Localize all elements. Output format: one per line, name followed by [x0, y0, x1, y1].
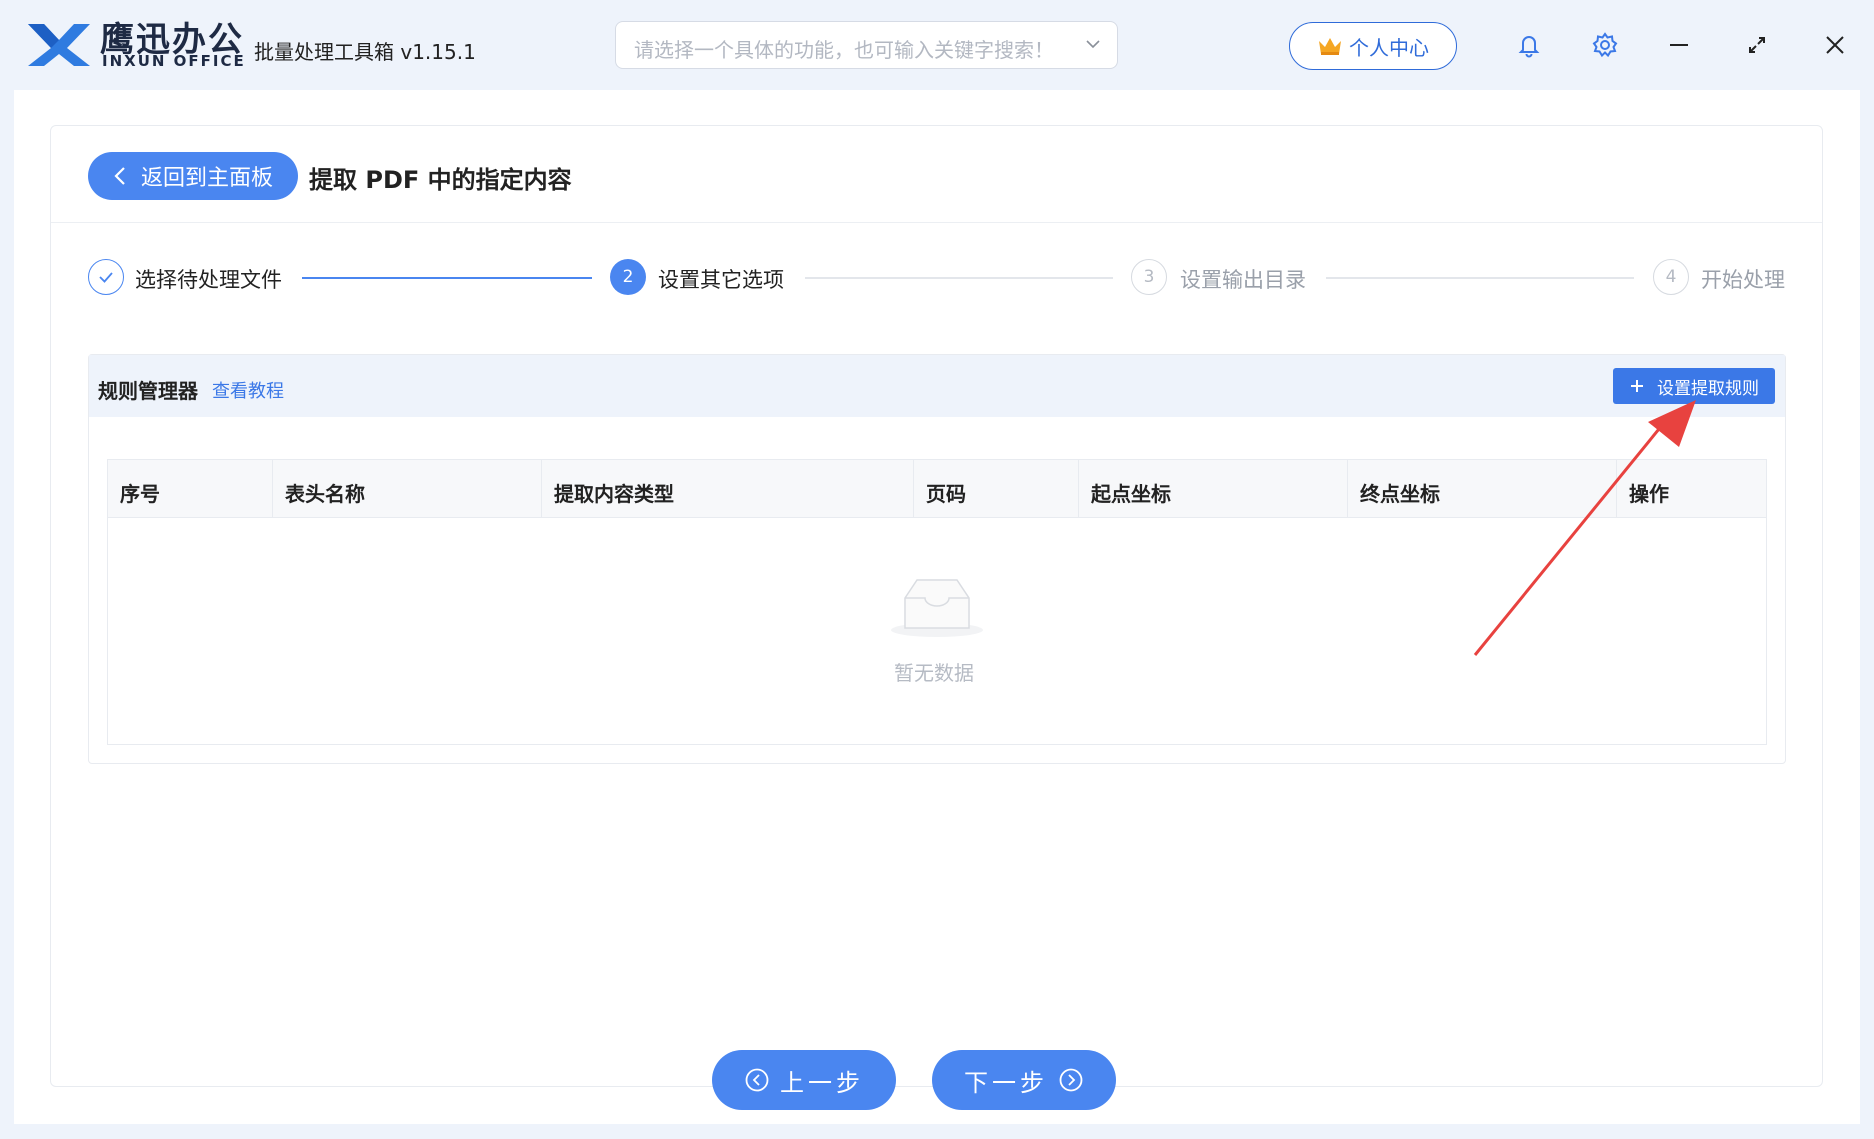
user-center-label: 个人中心 — [1349, 35, 1429, 60]
next-step-label: 下一步 — [964, 1068, 1048, 1097]
check-icon — [99, 272, 113, 283]
previous-step-label: 上一步 — [780, 1068, 864, 1097]
column-header-name: 表头名称 — [285, 482, 365, 506]
step-4-label: 开始处理 — [1701, 268, 1785, 292]
step-2-label: 设置其它选项 — [658, 268, 784, 292]
empty-state-text: 暂无数据 — [894, 661, 974, 685]
gear-icon[interactable] — [1590, 30, 1620, 60]
column-separator — [1347, 460, 1348, 518]
step-3-indicator: 3 — [1131, 259, 1167, 295]
annotation-arrow-icon — [1473, 400, 1696, 656]
close-icon[interactable] — [1820, 30, 1850, 60]
step-connector — [805, 277, 1113, 279]
circle-chevron-right-icon — [1059, 1068, 1083, 1092]
brand-name-en: INXUN OFFICE — [102, 52, 246, 70]
chevron-down-icon[interactable] — [1083, 34, 1103, 54]
minimize-icon[interactable] — [1664, 30, 1694, 60]
user-center-button[interactable]: 个人中心 — [1289, 22, 1457, 70]
column-header-page: 页码 — [926, 482, 966, 506]
column-separator — [541, 460, 542, 518]
logo-icon — [28, 24, 90, 66]
step-2-indicator: 2 — [610, 259, 646, 295]
column-header-index: 序号 — [120, 482, 160, 506]
step-connector — [302, 277, 592, 279]
back-label: 返回到主面板 — [140, 166, 273, 191]
step-3-label: 设置输出目录 — [1180, 268, 1306, 292]
column-header-start-coord: 起点坐标 — [1091, 482, 1171, 506]
title-bar: 鹰迅办公 INXUN OFFICE 批量处理工具箱 v1.15.1 请选择一个具… — [0, 0, 1874, 90]
page-title: 提取 PDF 中的指定内容 — [309, 166, 572, 194]
next-step-button[interactable]: 下一步 — [932, 1050, 1116, 1110]
circle-chevron-left-icon — [745, 1068, 769, 1092]
back-to-dashboard-button[interactable]: 返回到主面板 — [88, 152, 298, 200]
step-1-done-icon — [88, 259, 124, 295]
column-header-end-coord: 终点坐标 — [1360, 482, 1440, 506]
header-divider — [51, 222, 1822, 223]
step-1-label: 选择待处理文件 — [135, 268, 282, 292]
column-separator — [913, 460, 914, 518]
step-4-indicator: 4 — [1653, 259, 1689, 295]
crown-icon — [1319, 38, 1341, 55]
app-title: 批量处理工具箱 v1.15.1 — [254, 40, 476, 64]
maximize-icon[interactable] — [1742, 30, 1772, 60]
search-input[interactable]: 请选择一个具体的功能，也可输入关键字搜索！ — [615, 21, 1118, 69]
column-header-content-type: 提取内容类型 — [554, 482, 674, 506]
rules-manager-title: 规则管理器 — [98, 379, 198, 403]
chevron-left-icon — [114, 167, 125, 185]
column-separator — [1078, 460, 1079, 518]
previous-step-button[interactable]: 上一步 — [712, 1050, 896, 1110]
search-placeholder: 请选择一个具体的功能，也可输入关键字搜索！ — [634, 38, 1054, 62]
plus-icon — [1631, 380, 1643, 392]
empty-inbox-icon — [891, 579, 983, 637]
column-separator — [272, 460, 273, 518]
step-connector — [1326, 277, 1634, 279]
bell-icon[interactable] — [1514, 30, 1544, 60]
view-tutorial-link[interactable]: 查看教程 — [212, 377, 284, 403]
